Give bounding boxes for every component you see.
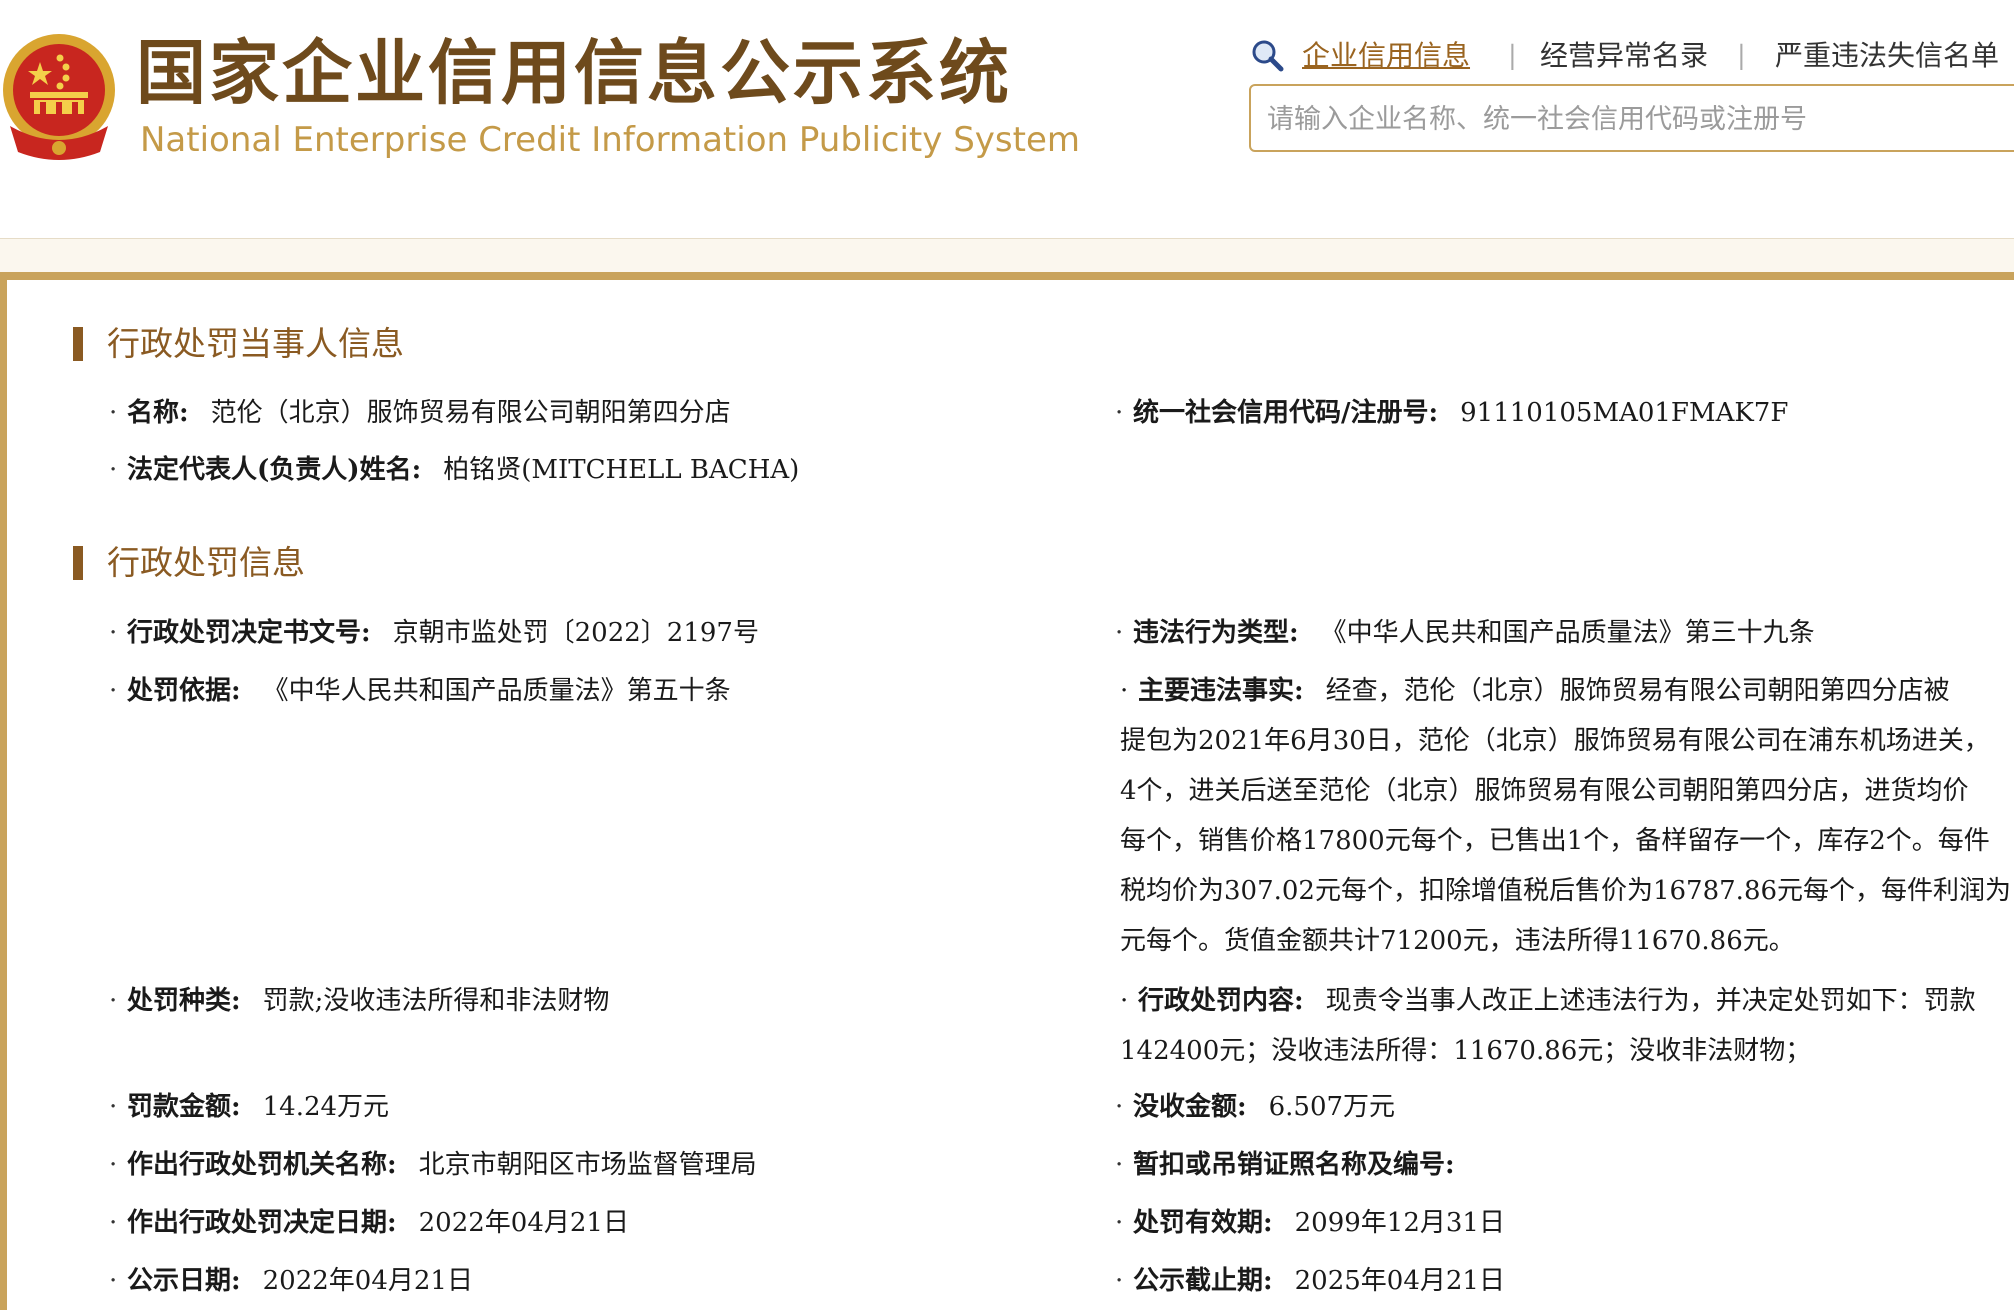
detail-panel: 行政处罚当事人信息 · 名称: 范伦（北京）服饰贸易有限公司朝阳第四分店 · 统一社会… (0, 280, 2014, 1310)
field-publish-date: · 公示日期: 2022年04月21日 (109, 1266, 473, 1296)
site-header: 国家企业信用信息公示系统 National Enterprise Credit … (0, 0, 2014, 240)
field-name: · 名称: 范伦（北京）服饰贸易有限公司朝阳第四分店 (109, 398, 731, 428)
field-confiscation-amount: · 没收金额: 6.507万元 (1115, 1092, 1396, 1122)
nav-abnormal-operation-list[interactable]: 经营异常名录 (1540, 34, 1708, 78)
field-penalty-kind: · 处罚种类: 罚款;没收违法所得和非法财物 (109, 986, 610, 1016)
site-subtitle: National Enterprise Credit Information P… (140, 120, 1080, 160)
search-icon[interactable] (1250, 38, 1284, 72)
field-license: · 暂扣或吊销证照名称及编号: (1115, 1150, 1455, 1180)
field-main-facts: · 主要违法事实: 经查，范伦（北京）服饰贸易有限公司朝阳第四分店被 提包为2021… (1120, 676, 2012, 956)
field-decision-date: · 作出行政处罚决定日期: 2022年04月21日 (109, 1208, 629, 1238)
field-legal-rep: · 法定代表人(负责人)姓名: 柏铭贤(MITCHELL BACHA) (109, 455, 800, 485)
national-emblem-icon (3, 34, 115, 160)
header-divider (0, 272, 2014, 280)
field-penalty-content: · 行政处罚内容: 现责令当事人改正上述违法行为，并决定处罚如下：罚款 142400… (1120, 986, 1976, 1066)
field-credit-code-value: 91110105MA01FMAK7F (1460, 398, 1789, 428)
field-authority: · 作出行政处罚机关名称: 北京市朝阳区市场监督管理局 (109, 1150, 757, 1180)
header-band (0, 238, 2014, 273)
field-credit-code: · 统一社会信用代码/注册号: 91110105MA01FMAK7F (1115, 398, 1789, 428)
nav-separator: | (1508, 41, 1517, 71)
section-marker (73, 327, 83, 361)
field-violation-type: · 违法行为类型: 《中华人民共和国产品质量法》第三十九条 (1115, 618, 1815, 648)
nav-serious-violation-list[interactable]: 严重违法失信名单 (1775, 34, 1999, 78)
section-marker (73, 546, 83, 580)
field-validity: · 处罚有效期: 2099年12月31日 (1115, 1208, 1505, 1238)
site-title: 国家企业信用信息公示系统 (136, 32, 1012, 114)
search-box[interactable] (1249, 84, 2014, 152)
search-input[interactable] (1265, 86, 2009, 152)
field-decision-doc-no: · 行政处罚决定书文号: 京朝市监处罚〔2022〕2197号 (109, 618, 759, 648)
field-name-value: 范伦（北京）服饰贸易有限公司朝阳第四分店 (210, 398, 731, 428)
field-publish-end: · 公示截止期: 2025年04月21日 (1115, 1266, 1505, 1296)
nav-enterprise-credit-info[interactable]: 企业信用信息 (1302, 34, 1470, 78)
field-fine-amount: · 罚款金额: 14.24万元 (109, 1092, 390, 1122)
field-penalty-basis: · 处罚依据: 《中华人民共和国产品质量法》第五十条 (109, 676, 731, 706)
nav-separator: | (1737, 41, 1746, 71)
field-legal-rep-value: 柏铭贤(MITCHELL BACHA) (443, 455, 800, 485)
